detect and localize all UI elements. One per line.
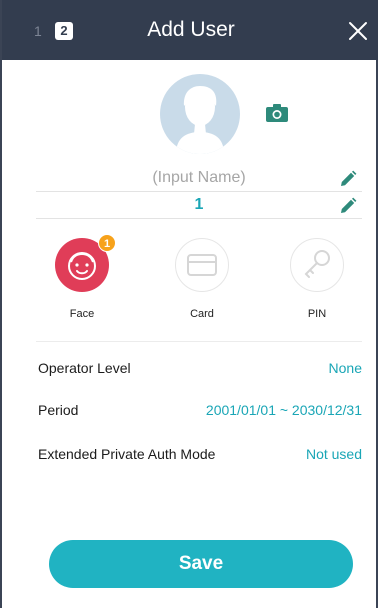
extended-auth-mode-value[interactable]: Not used — [306, 446, 362, 462]
face-button[interactable]: 1 — [55, 234, 116, 292]
close-icon — [349, 22, 367, 40]
face-label: Face — [69, 308, 95, 320]
period-row[interactable]: Period 2001/01/01 ~ 2030/12/31 — [38, 400, 362, 422]
operator-level-label: Operator Level — [38, 360, 131, 376]
edit-id-button[interactable] — [338, 196, 358, 216]
auth-method-card[interactable]: Card — [162, 238, 242, 320]
auth-method-pin[interactable]: PIN — [277, 238, 357, 320]
face-count-badge: 1 — [98, 234, 116, 252]
add-user-screen: 1 2 Add User (Input Name) 1 1 Face Card … — [0, 0, 378, 608]
pencil-icon — [341, 197, 357, 213]
close-button[interactable] — [346, 19, 370, 43]
camera-icon — [266, 104, 288, 122]
header-bar: 1 2 Add User — [2, 0, 378, 60]
pencil-icon — [341, 170, 357, 186]
period-label: Period — [38, 402, 79, 418]
operator-level-row[interactable]: Operator Level None — [38, 358, 362, 380]
camera-button[interactable] — [265, 103, 289, 123]
page-title: Add User — [147, 18, 235, 41]
card-icon — [187, 254, 217, 276]
key-icon — [304, 250, 330, 278]
auth-method-face[interactable]: 1 Face — [42, 234, 122, 320]
extended-auth-mode-row[interactable]: Extended Private Auth Mode Not used — [38, 444, 362, 466]
section-divider — [36, 341, 362, 342]
card-label: Card — [190, 308, 214, 320]
pin-label: PIN — [307, 308, 327, 320]
extended-auth-mode-label: Extended Private Auth Mode — [38, 446, 216, 462]
name-field[interactable]: (Input Name) — [36, 166, 362, 192]
name-placeholder: (Input Name) — [152, 169, 246, 186]
save-button[interactable]: Save — [49, 540, 353, 588]
card-button[interactable] — [175, 238, 229, 292]
user-id-field[interactable]: 1 — [36, 193, 362, 219]
user-silhouette-icon — [176, 86, 224, 154]
user-id-value: 1 — [194, 196, 204, 213]
avatar[interactable] — [160, 74, 240, 154]
pin-button[interactable] — [290, 238, 344, 292]
period-value[interactable]: 2001/01/01 ~ 2030/12/31 — [206, 402, 362, 418]
operator-level-value[interactable]: None — [329, 360, 362, 376]
edit-name-button[interactable] — [338, 169, 358, 189]
